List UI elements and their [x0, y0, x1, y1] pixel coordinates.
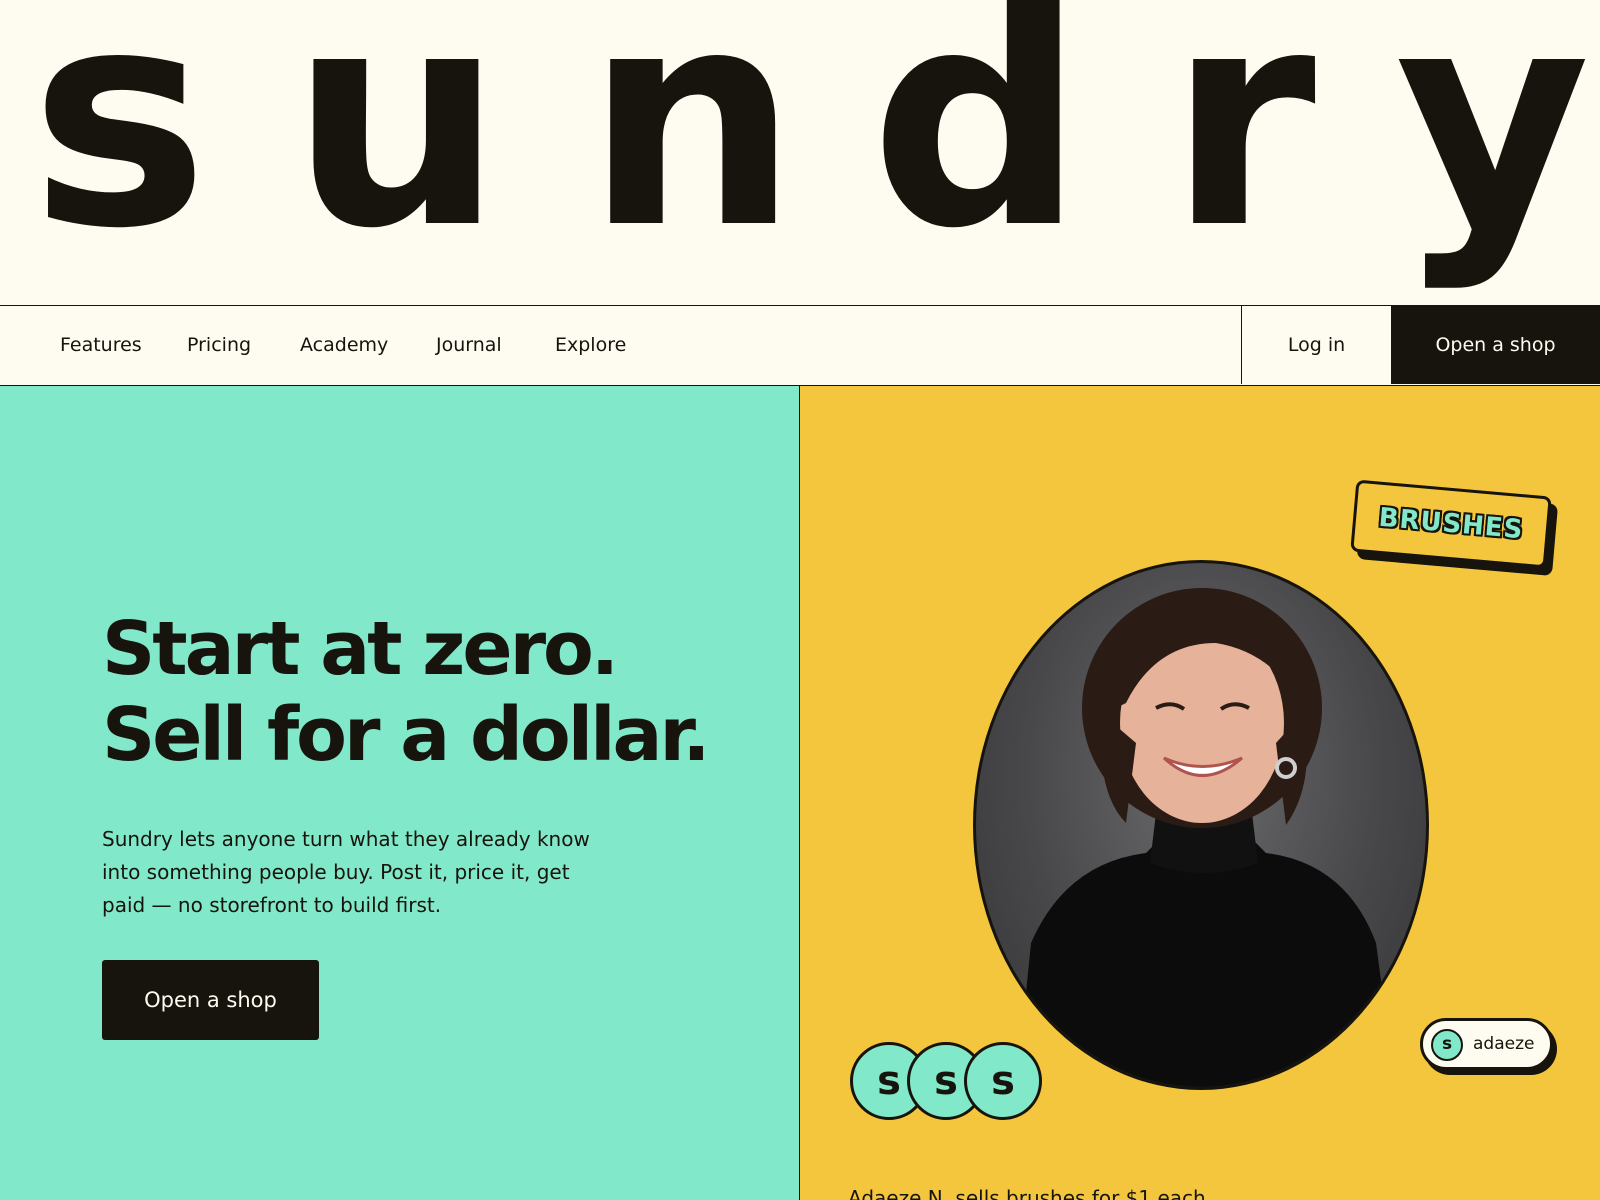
coin-stack: s s s: [850, 1042, 1050, 1124]
user-badge-icon: s: [1431, 1029, 1463, 1061]
coin-3: s: [964, 1042, 1042, 1120]
wordmark-letter-n: n: [585, 0, 799, 294]
wordmark-letter-s: s: [30, 0, 209, 294]
brushes-tag[interactable]: BRUSHES: [1350, 479, 1552, 569]
main-nav: Features Pricing Academy Journal Explore…: [0, 305, 1600, 386]
seller-portrait: [973, 560, 1429, 1090]
nav-features[interactable]: Features: [60, 306, 142, 384]
hero-open-shop-button[interactable]: Open a shop: [102, 960, 319, 1040]
hero-panel: Start at zero. Sell for a dollar. Sundry…: [0, 386, 799, 1200]
hero-description: Sundry lets anyone turn what they alread…: [102, 827, 590, 917]
nav-academy[interactable]: Academy: [300, 306, 388, 384]
portrait-illustration: [1016, 588, 1396, 1087]
seller-user-pill[interactable]: s adaeze: [1420, 1018, 1553, 1070]
tag-label: BRUSHES: [1377, 502, 1525, 546]
login-button[interactable]: Log in: [1241, 306, 1391, 384]
headline-line-1: Start at zero.: [102, 606, 619, 692]
brand-wordmark[interactable]: s u n d r y: [0, 0, 1600, 305]
nav-explore[interactable]: Explore: [555, 306, 626, 384]
nav-journal[interactable]: Journal: [436, 306, 502, 384]
hero-headline: Start at zero. Sell for a dollar.: [102, 606, 710, 778]
username-label: adaeze: [1473, 1034, 1535, 1054]
nav-open-shop-button[interactable]: Open a shop: [1391, 306, 1600, 384]
nav-pricing[interactable]: Pricing: [187, 306, 251, 384]
wordmark-letter-y: y: [1395, 0, 1591, 294]
showcase-caption: Adaeze N. sells brushes for $1 each: [848, 1186, 1206, 1200]
wordmark-letter-u: u: [290, 0, 504, 294]
wordmark-letter-r: r: [1168, 0, 1316, 294]
showcase-panel: BRUSHES s s s s adaeze Adaeze N. sells b…: [799, 386, 1600, 1200]
headline-line-2: Sell for a dollar.: [102, 692, 710, 778]
wordmark-letter-d: d: [870, 0, 1085, 294]
